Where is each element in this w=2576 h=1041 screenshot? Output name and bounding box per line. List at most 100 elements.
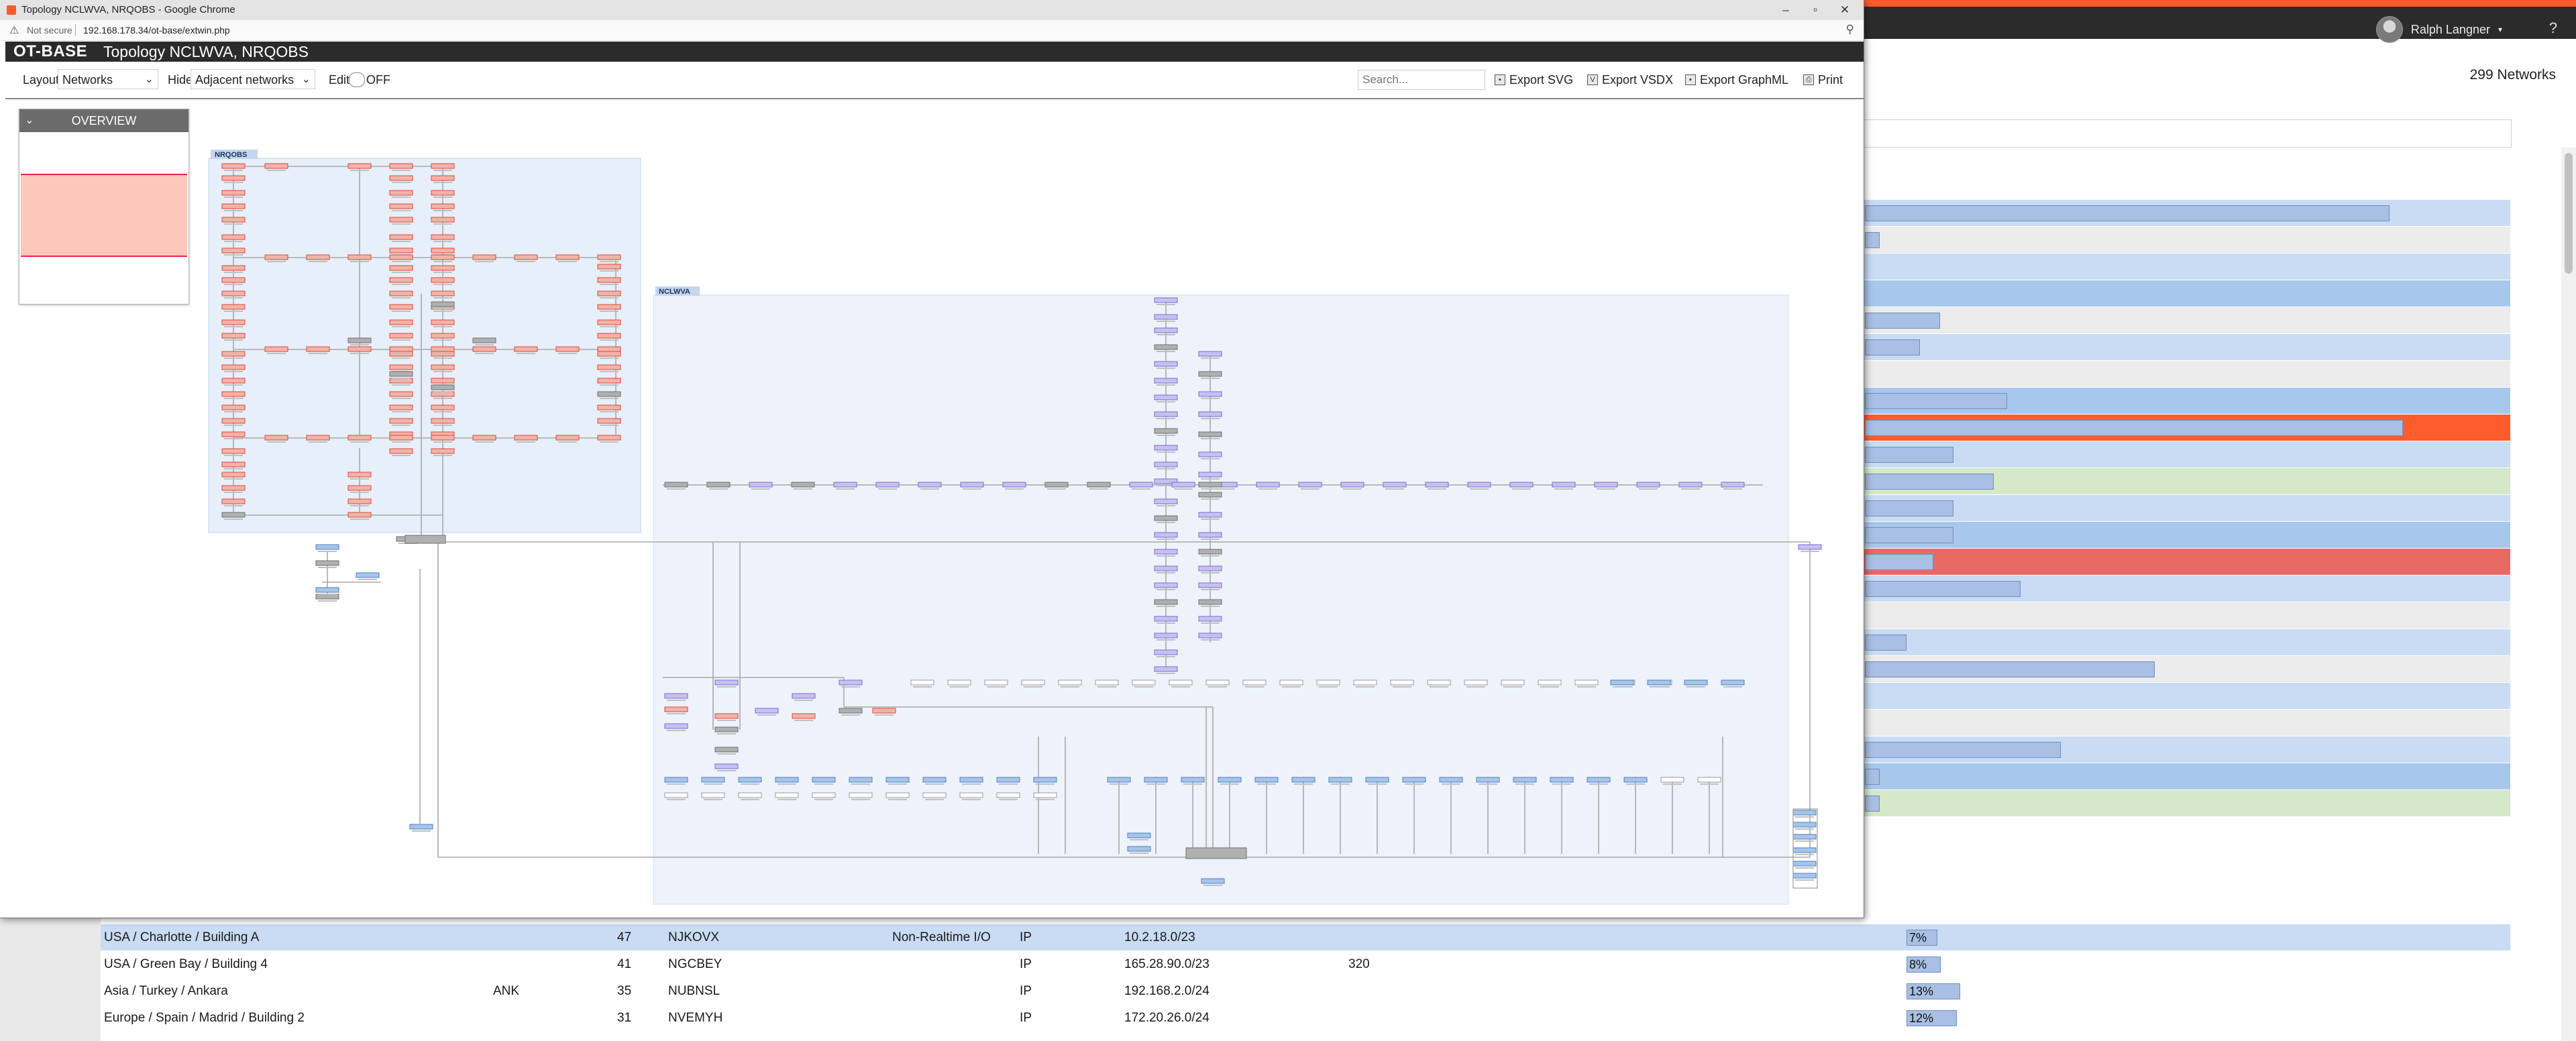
node-caption[interactable]	[1626, 783, 1645, 785]
node-caption[interactable]	[412, 830, 431, 832]
node-caption[interactable]	[600, 411, 619, 413]
scrollbar-thumb[interactable]	[2565, 153, 2573, 274]
node-caption[interactable]	[1589, 783, 1608, 785]
node-caption[interactable]	[1201, 518, 1220, 520]
network-node[interactable]	[1513, 777, 1537, 783]
node-caption[interactable]	[1089, 488, 1108, 490]
node-caption[interactable]	[717, 753, 736, 755]
node-caption[interactable]	[1110, 783, 1128, 785]
network-node[interactable]	[714, 747, 739, 753]
node-caption[interactable]	[224, 297, 243, 298]
node-caption[interactable]	[751, 488, 770, 490]
network-node[interactable]	[431, 418, 455, 424]
node-caption[interactable]	[1515, 783, 1534, 785]
node-caption[interactable]	[1597, 488, 1615, 490]
network-node[interactable]	[1154, 649, 1178, 655]
network-node[interactable]	[1154, 633, 1178, 639]
node-caption[interactable]	[350, 344, 369, 345]
network-node[interactable]	[389, 234, 413, 240]
node-caption[interactable]	[600, 297, 619, 298]
network-node[interactable]	[347, 472, 372, 478]
network-node[interactable]	[1058, 679, 1082, 686]
node-caption[interactable]	[1157, 321, 1175, 322]
network-node[interactable]	[221, 333, 246, 339]
network-node[interactable]	[1154, 461, 1178, 468]
node-caption[interactable]	[1157, 401, 1175, 402]
network-node[interactable]	[1154, 327, 1178, 333]
node-caption[interactable]	[709, 488, 728, 490]
network-node[interactable]	[431, 384, 455, 390]
network-node[interactable]	[1476, 777, 1500, 783]
network-node[interactable]	[597, 391, 621, 397]
node-caption[interactable]	[224, 492, 243, 493]
node-caption[interactable]	[392, 272, 411, 273]
network-node[interactable]	[389, 290, 413, 296]
node-caption[interactable]	[433, 284, 452, 285]
network-node[interactable]	[431, 435, 455, 441]
network-node[interactable]	[431, 319, 455, 325]
node-caption[interactable]	[267, 261, 286, 262]
network-node[interactable]	[264, 435, 288, 441]
node-caption[interactable]	[777, 799, 796, 800]
network-node[interactable]	[347, 435, 372, 441]
node-caption[interactable]	[600, 326, 619, 327]
node-caption[interactable]	[600, 425, 619, 426]
network-node[interactable]	[1198, 391, 1222, 397]
network-node[interactable]	[347, 346, 372, 352]
network-node[interactable]	[1154, 394, 1178, 400]
node-caption[interactable]	[224, 505, 243, 506]
network-node[interactable]	[714, 726, 739, 732]
network-node[interactable]	[347, 254, 372, 260]
network-node[interactable]	[347, 512, 372, 518]
node-caption[interactable]	[1201, 358, 1220, 359]
network-node[interactable]	[431, 277, 455, 283]
network-node[interactable]	[431, 364, 455, 370]
node-caption[interactable]	[1430, 686, 1448, 688]
node-caption[interactable]	[433, 210, 452, 211]
node-caption[interactable]	[1201, 478, 1220, 480]
node-caption[interactable]	[1356, 686, 1375, 688]
node-caption[interactable]	[224, 197, 243, 198]
network-node[interactable]	[1467, 482, 1491, 488]
network-node[interactable]	[389, 391, 413, 397]
network-node[interactable]	[875, 482, 900, 488]
network-node[interactable]	[221, 404, 246, 410]
network-node[interactable]	[221, 277, 246, 283]
network-node[interactable]	[984, 679, 1008, 686]
node-caption[interactable]	[1157, 656, 1175, 657]
table-row[interactable]: Asia / Turkey / Ankara ANK 35 NUBNSL IP 192.1…	[101, 978, 2510, 1004]
node-caption[interactable]	[224, 468, 243, 470]
node-caption[interactable]	[318, 567, 337, 568]
node-caption[interactable]	[1157, 555, 1175, 557]
network-node[interactable]	[1198, 411, 1222, 417]
topology-canvas[interactable]: NRQOBS NCLWVA ⌄ OVERVIEW	[5, 99, 1864, 915]
network-node[interactable]	[791, 482, 815, 488]
network-node[interactable]	[1792, 834, 1817, 840]
node-caption[interactable]	[392, 384, 411, 386]
network-node[interactable]	[221, 234, 246, 240]
filter-input[interactable]	[1862, 119, 2512, 148]
overview-header[interactable]: ⌄ OVERVIEW	[19, 109, 189, 132]
node-caption[interactable]	[1700, 783, 1719, 785]
network-node[interactable]	[664, 482, 688, 488]
network-node[interactable]	[431, 175, 455, 181]
node-caption[interactable]	[433, 197, 452, 198]
layout-select[interactable]: Networks ⌄	[58, 69, 158, 89]
network-node[interactable]	[264, 254, 288, 260]
network-node[interactable]	[306, 435, 330, 441]
network-node[interactable]	[597, 319, 621, 325]
node-caption[interactable]	[1540, 686, 1559, 688]
network-node[interactable]	[812, 777, 836, 783]
network-node[interactable]	[431, 163, 455, 169]
network-node[interactable]	[1647, 679, 1671, 686]
node-caption[interactable]	[224, 425, 243, 426]
export-vsdx-button[interactable]: V Export VSDX	[1587, 62, 1673, 98]
node-caption[interactable]	[1157, 304, 1175, 305]
network-node[interactable]	[306, 346, 330, 352]
network-node[interactable]	[431, 217, 455, 223]
node-caption[interactable]	[392, 326, 411, 327]
node-caption[interactable]	[392, 455, 411, 456]
node-caption[interactable]	[1650, 686, 1668, 688]
network-node[interactable]	[792, 713, 816, 719]
network-node[interactable]	[1171, 482, 1195, 488]
